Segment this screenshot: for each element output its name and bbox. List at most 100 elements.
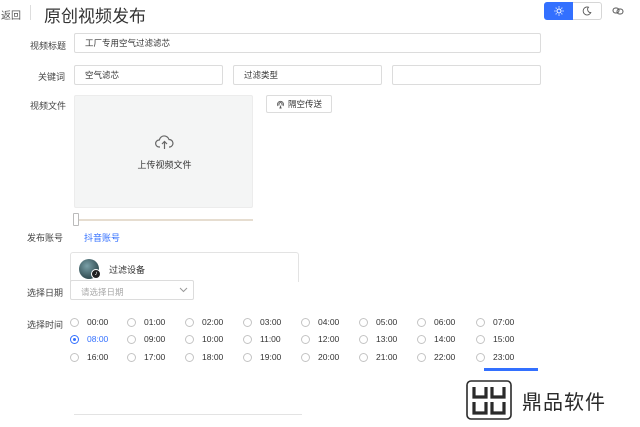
time-option[interactable]: 03:00 [243, 317, 281, 327]
radio-icon[interactable] [127, 317, 136, 327]
time-option-label: 01:00 [144, 317, 166, 327]
time-option[interactable]: 17:00 [127, 352, 165, 362]
sun-icon [553, 6, 564, 16]
time-option-label: 19:00 [260, 352, 282, 362]
time-option[interactable]: 23:00 [476, 352, 514, 362]
time-option[interactable]: 16:00 [70, 352, 108, 362]
keyword-input-1[interactable]: 空气滤芯 [74, 65, 223, 85]
cloud-upload-icon [155, 135, 174, 149]
time-option-label: 16:00 [87, 352, 109, 362]
time-option-label: 00:00 [87, 317, 109, 327]
link-icon[interactable] [612, 5, 624, 17]
radio-icon[interactable] [70, 352, 79, 362]
radio-icon[interactable] [476, 317, 485, 327]
time-option-label: 21:00 [376, 352, 398, 362]
time-option-label: 05:00 [376, 317, 398, 327]
card-bottom-border [74, 414, 302, 415]
time-option[interactable]: 19:00 [243, 352, 281, 362]
radio-icon[interactable] [359, 352, 368, 362]
back-link[interactable]: 返回 [1, 7, 21, 22]
time-option[interactable]: 20:00 [301, 352, 339, 362]
slider-handle[interactable] [73, 213, 79, 226]
radio-icon[interactable] [185, 334, 194, 344]
time-option-label: 02:00 [202, 317, 224, 327]
time-option-label: 15:00 [493, 334, 515, 344]
time-option[interactable]: 14:00 [417, 334, 455, 344]
keyword-value-1: 空气滤芯 [85, 70, 120, 80]
radio-icon[interactable] [127, 352, 136, 362]
radio-icon[interactable] [127, 334, 136, 344]
time-option[interactable]: 18:00 [185, 352, 223, 362]
radio-icon[interactable] [70, 317, 79, 327]
keyword-input-2[interactable]: 过滤类型 [233, 65, 382, 85]
time-option-label: 11:00 [260, 334, 281, 344]
dingpin-logo-icon [466, 380, 512, 420]
douyin-icon: ♪ [91, 269, 101, 279]
watermark-text: 鼎品软件 [522, 391, 606, 414]
time-option[interactable]: 21:00 [359, 352, 397, 362]
radio-icon[interactable] [301, 352, 310, 362]
time-option[interactable]: 05:00 [359, 317, 397, 327]
time-option[interactable]: 22:00 [417, 352, 455, 362]
radio-icon[interactable] [185, 352, 194, 362]
radio-icon[interactable] [476, 352, 485, 362]
radio-icon[interactable] [185, 317, 194, 327]
light-theme-button[interactable] [544, 2, 573, 20]
tab-douyin-account[interactable]: 抖音账号 [84, 231, 120, 244]
time-option-label: 23:00 [493, 352, 515, 362]
video-title-input[interactable]: 工厂专用空气过滤滤芯 [74, 33, 541, 53]
radio-icon[interactable] [417, 334, 426, 344]
time-label: 选择时间 [27, 320, 64, 330]
radio-icon[interactable] [243, 317, 252, 327]
time-option-label: 20:00 [318, 352, 340, 362]
time-option[interactable]: 13:00 [359, 334, 397, 344]
radio-icon[interactable] [70, 334, 79, 344]
dark-theme-button[interactable] [573, 2, 602, 20]
account-name: 过滤设备 [109, 265, 146, 275]
time-option[interactable]: 01:00 [127, 317, 165, 327]
moon-icon [582, 6, 592, 16]
time-option-label: 06:00 [434, 317, 456, 327]
time-option[interactable]: 07:00 [476, 317, 514, 327]
time-option-label: 03:00 [260, 317, 282, 327]
keywords-label: 关键词 [38, 72, 66, 82]
time-option[interactable]: 10:00 [185, 334, 223, 344]
radio-icon[interactable] [301, 317, 310, 327]
video-upload-area[interactable]: 上传视频文件 [74, 95, 253, 208]
time-option[interactable]: 04:00 [301, 317, 339, 327]
date-picker[interactable]: 请选择日期 [70, 280, 194, 300]
radio-icon[interactable] [301, 334, 310, 344]
time-option-label: 17:00 [144, 352, 166, 362]
radio-icon[interactable] [359, 334, 368, 344]
time-option[interactable]: 15:00 [476, 334, 514, 344]
page-title: 原创视频发布 [44, 7, 146, 26]
theme-toggle [544, 2, 602, 20]
time-option[interactable]: 02:00 [185, 317, 223, 327]
airdrop-icon [277, 100, 284, 108]
time-option[interactable]: 12:00 [301, 334, 339, 344]
radio-icon[interactable] [243, 334, 252, 344]
time-option[interactable]: 06:00 [417, 317, 455, 327]
radio-icon[interactable] [359, 317, 368, 327]
time-option-label: 09:00 [144, 334, 166, 344]
keyword-input-3[interactable] [392, 65, 541, 85]
keyword-value-2: 过滤类型 [244, 70, 279, 80]
time-option[interactable]: 09:00 [127, 334, 165, 344]
video-title-label: 视频标题 [30, 41, 67, 51]
time-option-label: 10:00 [202, 334, 224, 344]
radio-icon[interactable] [417, 352, 426, 362]
header-divider [30, 5, 31, 20]
time-option[interactable]: 11:00 [243, 334, 281, 344]
account-card[interactable]: ♪ 过滤设备 [70, 252, 299, 282]
radio-icon[interactable] [243, 352, 252, 362]
radio-icon[interactable] [476, 334, 485, 344]
date-placeholder: 请选择日期 [81, 287, 124, 297]
time-option-label: 22:00 [434, 352, 456, 362]
time-option-label: 13:00 [376, 334, 398, 344]
time-option-label: 04:00 [318, 317, 340, 327]
airdrop-transfer-button[interactable]: 隔空传送 [266, 95, 332, 113]
radio-icon[interactable] [417, 317, 426, 327]
time-option-label: 12:00 [318, 334, 340, 344]
time-option[interactable]: 08:00 [70, 334, 108, 344]
time-option[interactable]: 00:00 [70, 317, 108, 327]
